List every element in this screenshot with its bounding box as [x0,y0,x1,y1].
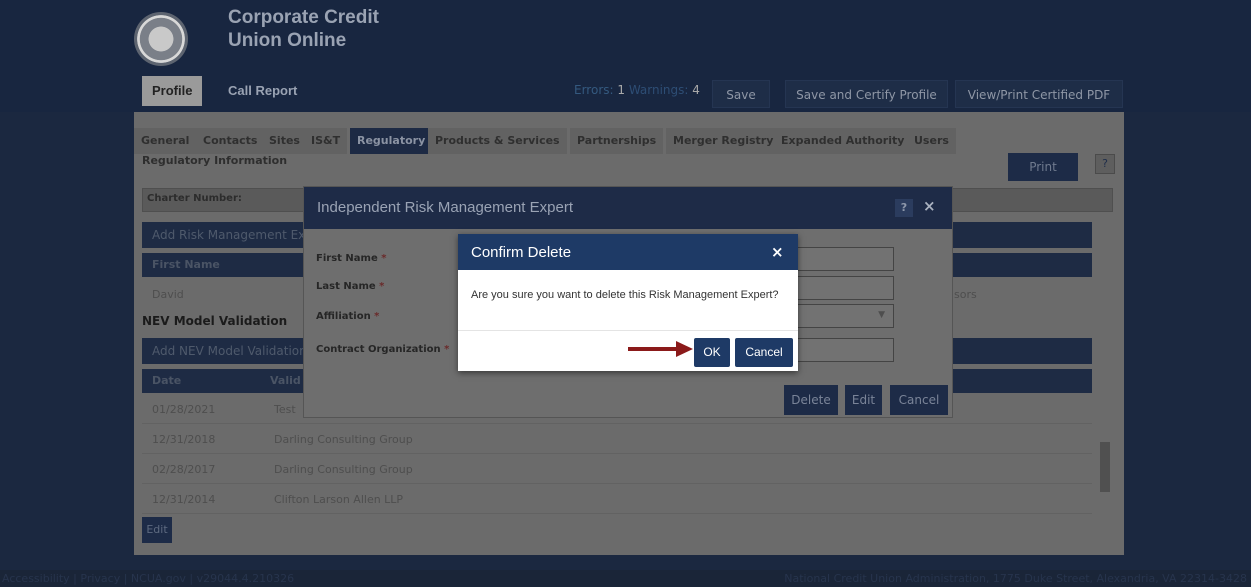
cancel-button[interactable]: Cancel [735,338,793,367]
last-name-field[interactable] [794,276,894,300]
contract-organization-label: Contract Organization * [316,344,450,355]
save-certify-button[interactable]: Save and Certify Profile [785,80,948,108]
modal-edit-button[interactable]: Edit [845,385,882,415]
annotation-arrow-icon [628,341,693,357]
last-name-label: Last Name * [316,281,385,292]
scrollbar-thumb[interactable] [1100,442,1110,492]
tab-merger-registry[interactable]: Merger Registry [666,128,781,154]
delete-button[interactable]: Delete [784,385,838,415]
divider [458,330,798,331]
tab-contacts[interactable]: Contacts [196,128,265,154]
nev-section-title: NEV Model Validation [142,314,288,328]
help-icon[interactable]: ? [1095,154,1115,174]
affiliation-label: Affiliation * [316,311,380,322]
app-header: Corporate Credit Union Online Profile Ca… [0,0,1251,112]
ok-button[interactable]: OK [694,338,730,367]
tab-sites[interactable]: Sites [262,128,307,154]
contract-organization-field[interactable] [794,338,894,362]
first-name-label: First Name * [316,253,387,264]
rme-modal-header: Independent Risk Management Expert ? × [304,187,952,229]
modal-help-icon[interactable]: ? [895,199,913,217]
tab-products-services[interactable]: Products & Services [428,128,567,154]
section-label: Regulatory Information [142,154,288,167]
ncua-seal-icon [134,12,188,66]
profile-tabs: General Contacts Sites IS&T Regulatory P… [134,120,1124,154]
table-row[interactable]: 12/31/2018 Darling Consulting Group [142,424,1092,454]
nav-tab-profile[interactable]: Profile [142,76,203,106]
rme-modal-title: Independent Risk Management Expert [317,199,573,216]
app-title: Corporate Credit Union Online [228,7,379,51]
edit-button[interactable]: Edit [142,517,172,543]
confirm-message: Are you sure you want to delete this Ris… [471,289,779,301]
tab-ist[interactable]: IS&T [304,128,348,154]
tab-expanded-authority[interactable]: Expanded Authority [774,128,912,154]
confirm-dialog-header: Confirm Delete × [458,234,798,270]
confirm-dialog-title: Confirm Delete [471,244,572,261]
print-button[interactable]: Print [1008,153,1078,181]
tab-users[interactable]: Users [907,128,956,154]
footer: Accessibility | Privacy | NCUA.gov | v29… [0,570,1251,587]
tab-partnerships[interactable]: Partnerships [570,128,664,154]
table-row[interactable]: 02/28/2017 Darling Consulting Group [142,454,1092,484]
modal-cancel-button[interactable]: Cancel [890,385,948,415]
nav-tab-call-report[interactable]: Call Report [218,76,307,106]
tab-general[interactable]: General [134,128,197,154]
rme-row-affiliation: sors [954,288,977,301]
validation-status[interactable]: Errors: 1 Warnings: 4 [574,83,700,97]
view-print-pdf-button[interactable]: View/Print Certified PDF [955,80,1123,108]
chevron-down-icon: ▼ [878,310,885,320]
first-name-field[interactable] [794,247,894,271]
close-icon[interactable]: × [771,243,784,261]
table-row[interactable]: 12/31/2014 Clifton Larson Allen LLP [142,484,1092,514]
tab-regulatory[interactable]: Regulatory [350,128,433,154]
save-button[interactable]: Save [712,80,770,108]
modal-close-icon[interactable]: × [923,197,936,215]
affiliation-select[interactable]: ▼ [794,304,894,328]
rme-row-first-name[interactable]: David [152,288,184,301]
footer-address: National Credit Union Administration, 17… [784,572,1247,585]
footer-links[interactable]: Accessibility | Privacy | NCUA.gov | v29… [2,572,294,585]
